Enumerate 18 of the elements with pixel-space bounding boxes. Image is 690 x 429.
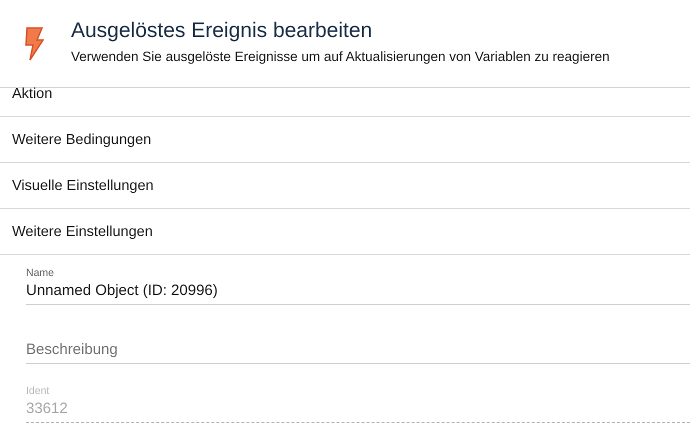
section-title: Weitere Einstellungen bbox=[12, 224, 153, 240]
dialog-title: Ausgelöstes Ereignis bearbeiten bbox=[71, 19, 374, 43]
section-row[interactable]: Aktion bbox=[0, 88, 690, 117]
section-row[interactable]: Weitere Einstellungen bbox=[0, 209, 690, 255]
section-row[interactable]: Visuelle Einstellungen bbox=[0, 163, 690, 209]
field-value: 33612 bbox=[26, 400, 69, 417]
dialog-subtitle: Verwenden Sie ausgelöste Ereignisse um auf Aktualisierungen von Variablen zu reagieren bbox=[71, 49, 610, 64]
section-row[interactable]: Weitere Bedingungen bbox=[0, 117, 690, 163]
input-field[interactable]: Beschreibung bbox=[26, 314, 690, 364]
lightning-icon bbox=[24, 26, 44, 60]
field-placeholder: Beschreibung bbox=[26, 341, 119, 358]
field-label: Name bbox=[26, 267, 56, 279]
section-title: Aktion bbox=[12, 86, 52, 102]
section-title: Visuelle Einstellungen bbox=[12, 178, 154, 194]
section-title: Weitere Bedingungen bbox=[12, 132, 152, 148]
field-value: Unnamed Object (ID: 20996) bbox=[26, 282, 219, 299]
input-field[interactable]: Name Unnamed Object (ID: 20996) bbox=[26, 255, 690, 305]
field-label: Ident bbox=[26, 385, 50, 397]
